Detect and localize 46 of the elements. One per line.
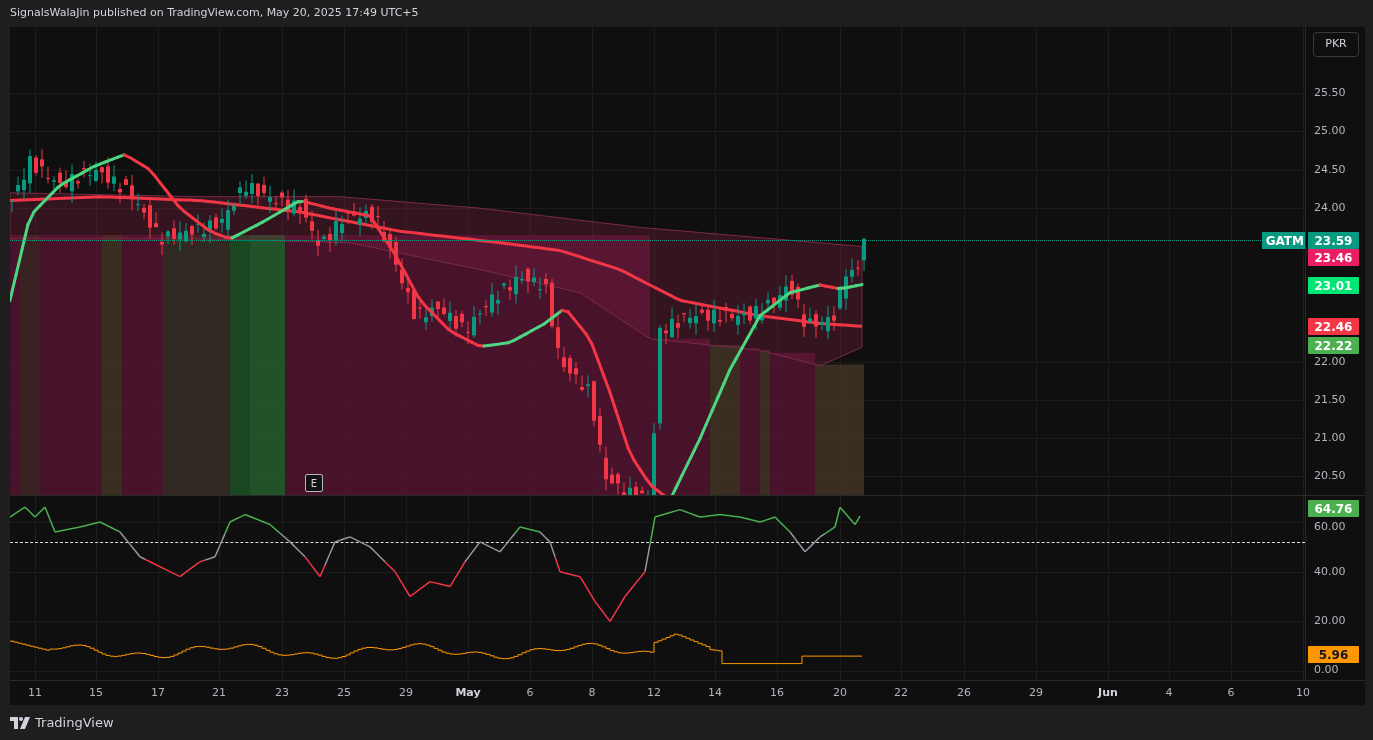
time-axis-label: 29 xyxy=(399,686,413,700)
indicator-tick-label: 20.00 xyxy=(1314,614,1346,628)
logo-icon xyxy=(10,716,30,729)
time-axis-label: 29 xyxy=(1029,686,1043,700)
price-label: 64.76 xyxy=(1308,500,1359,517)
time-axis-label: 15 xyxy=(89,686,103,700)
time-axis-label: 16 xyxy=(770,686,784,700)
logo-text: TradingView xyxy=(35,713,114,732)
price-tick-label: 21.50 xyxy=(1314,393,1346,407)
indicator-tick-label: 60.00 xyxy=(1314,520,1346,534)
price-tick-label: 25.50 xyxy=(1314,86,1346,100)
price-label: 22.22 xyxy=(1308,337,1359,354)
time-axis-label: 6 xyxy=(526,686,534,700)
time-axis-label: 12 xyxy=(647,686,661,700)
time-axis-label: May xyxy=(455,686,481,700)
indicator-tick-label: 0.00 xyxy=(1314,663,1339,677)
price-tick-label: 24.00 xyxy=(1314,201,1346,215)
price-tick-label: 22.00 xyxy=(1314,355,1346,369)
time-axis-label: 6 xyxy=(1227,686,1235,700)
price-label: 23.46 xyxy=(1308,249,1359,266)
time-axis-label: Jun xyxy=(1098,686,1118,700)
indicator-tick-label: 40.00 xyxy=(1314,565,1346,579)
price-tick-label: 21.00 xyxy=(1314,431,1346,445)
symbol-label: GATM xyxy=(1261,232,1305,249)
price-label: 23.59 xyxy=(1308,232,1359,249)
price-label: 5.96 xyxy=(1308,646,1359,663)
price-label: 22.46 xyxy=(1308,318,1359,335)
publish-attribution: SignalsWalaJin published on TradingView.com, May 20, 2025 17:49 UTC+5 xyxy=(10,5,419,22)
price-tick-label: 25.00 xyxy=(1314,124,1346,138)
time-axis-label: 17 xyxy=(151,686,165,700)
time-axis-label: 22 xyxy=(894,686,908,700)
time-axis-label: 20 xyxy=(833,686,847,700)
price-tick-label: 20.50 xyxy=(1314,469,1346,483)
time-axis-label: 26 xyxy=(957,686,971,700)
currency-button[interactable]: PKR xyxy=(1313,32,1359,57)
time-axis-label: 14 xyxy=(708,686,722,700)
time-axis-label: 8 xyxy=(588,686,596,700)
time-axis-label: 11 xyxy=(28,686,42,700)
time-axis-label: 23 xyxy=(275,686,289,700)
price-tick-label: 24.50 xyxy=(1314,163,1346,177)
price-label: 23.01 xyxy=(1308,277,1359,294)
time-axis-label: 25 xyxy=(337,686,351,700)
event-marker[interactable]: E xyxy=(305,474,323,492)
time-axis-label: 21 xyxy=(212,686,226,700)
time-axis-label: 4 xyxy=(1165,686,1173,700)
time-axis-label: 10 xyxy=(1296,686,1310,700)
